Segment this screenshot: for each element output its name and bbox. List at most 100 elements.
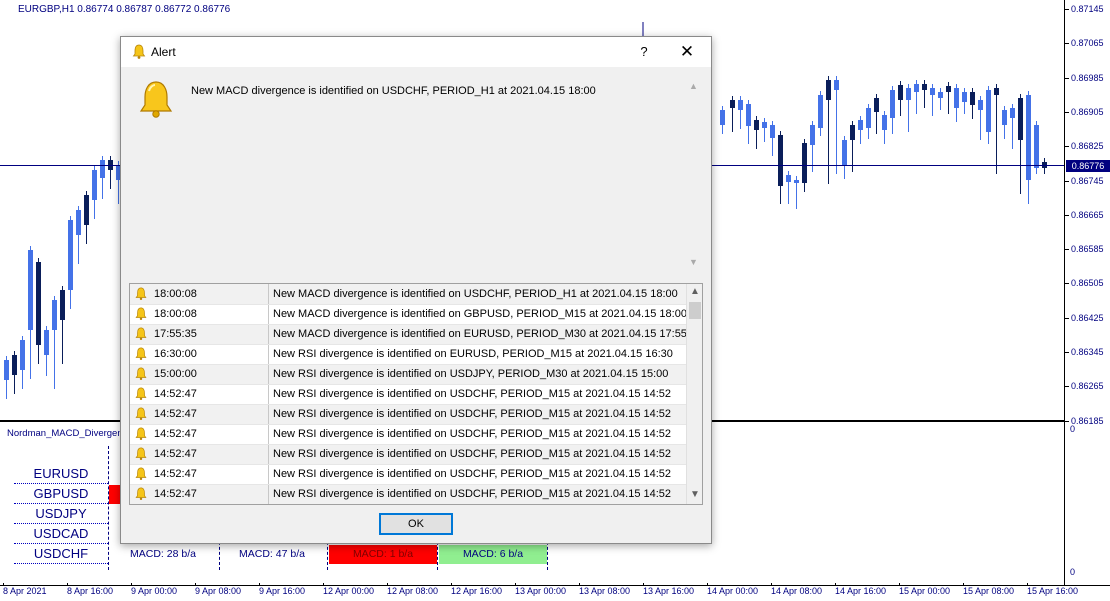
price-tick — [1065, 214, 1069, 216]
alert-row[interactable]: 14:52:47 New RSI divergence is identified… — [130, 444, 686, 465]
candle-body — [930, 88, 935, 95]
alert-row[interactable]: 18:00:08 New MACD divergence is identifie… — [130, 284, 686, 305]
candle-body — [906, 88, 911, 100]
candle-body — [746, 104, 751, 126]
alert-text: New MACD divergence is identified on USD… — [273, 288, 678, 300]
candle-body — [938, 92, 943, 98]
time-label: 15 Apr 08:00 — [963, 586, 1015, 596]
price-tick — [1065, 77, 1069, 79]
message-scrollbar[interactable]: ▲ ▼ — [687, 81, 701, 271]
candle-body — [28, 250, 33, 330]
price-tick — [1065, 317, 1069, 319]
alert-text: New RSI divergence is identified on USDJ… — [273, 368, 669, 380]
bell-icon — [135, 327, 147, 341]
bell-icon — [135, 387, 147, 401]
symbol-label-usdcad: USDCAD — [14, 524, 108, 544]
price-label: 0.86265 — [1071, 381, 1104, 392]
bell-icon — [132, 44, 146, 59]
price-label: 0.86905 — [1071, 106, 1104, 117]
price-tick — [1065, 146, 1069, 148]
alert-text: New RSI divergence is identified on USDC… — [273, 448, 672, 460]
candle-body — [92, 170, 97, 200]
scroll-down-icon[interactable]: ▼ — [689, 257, 698, 267]
price-tick — [1065, 111, 1069, 113]
column-separator — [268, 464, 269, 484]
indicator-title: Nordman_MACD_Divergen — [7, 428, 123, 439]
candle-body — [76, 210, 81, 235]
column-separator — [268, 284, 269, 304]
time-label: 12 Apr 16:00 — [451, 586, 503, 596]
help-button[interactable]: ? — [636, 42, 652, 62]
list-scrollbar[interactable]: ▲ ▼ — [686, 284, 702, 504]
scroll-thumb[interactable] — [689, 302, 701, 319]
candle-body — [720, 110, 725, 125]
alert-text: New MACD divergence is identified on EUR… — [273, 328, 687, 340]
candle-body — [978, 100, 983, 110]
alert-text: New RSI divergence is identified on USDC… — [273, 428, 672, 440]
alert-row[interactable]: 16:30:00 New RSI divergence is identified… — [130, 344, 686, 365]
candle-body — [1010, 108, 1015, 118]
candle-body — [834, 80, 839, 90]
bell-icon — [135, 367, 147, 381]
price-label: 0.87145 — [1071, 4, 1104, 14]
alert-row[interactable]: 14:52:47 New RSI divergence is identified… — [130, 384, 686, 405]
alert-text: New RSI divergence is identified on USDC… — [273, 408, 672, 420]
alert-row[interactable]: 14:52:47 New RSI divergence is identified… — [130, 424, 686, 445]
close-button[interactable]: ✕ — [675, 41, 699, 63]
alert-row[interactable]: 18:00:08 New MACD divergence is identifie… — [130, 304, 687, 325]
price-tick — [1065, 386, 1069, 388]
alert-row[interactable]: 14:52:47 New RSI divergence is identified… — [130, 464, 686, 485]
candle-body — [68, 220, 73, 290]
alert-dialog[interactable]: Alert ? ✕ New MACD divergence is identif… — [120, 36, 712, 544]
usdchf-macd-cell: MACD: 28 b/a — [130, 548, 196, 560]
alert-row[interactable]: 14:52:47 New RSI divergence is identified… — [130, 484, 686, 504]
candle-body — [866, 108, 871, 128]
symbol-label-gbpusd: GBPUSD — [14, 484, 108, 504]
candle-body — [882, 115, 887, 130]
alert-text: New MACD divergence is identified on GBP… — [273, 308, 687, 320]
candle-body — [1034, 125, 1039, 168]
bell-icon — [139, 81, 173, 118]
candle-body — [826, 80, 831, 100]
candle-body — [842, 140, 847, 165]
message-area: New MACD divergence is identified on USD… — [127, 71, 703, 277]
candle-body — [946, 86, 951, 92]
alert-time: 14:52:47 — [154, 468, 197, 480]
price-tick — [1065, 283, 1069, 285]
alert-text: New RSI divergence is identified on USDC… — [273, 468, 672, 480]
scroll-up-icon[interactable]: ▲ — [687, 284, 702, 300]
candle-body — [994, 88, 999, 95]
alert-time: 15:00:00 — [154, 368, 197, 380]
bell-icon — [135, 307, 147, 321]
alert-row[interactable]: 15:00:00 New RSI divergence is identified… — [130, 364, 686, 385]
candle-body — [890, 90, 895, 118]
alert-row[interactable]: 17:55:35 New MACD divergence is identifie… — [130, 324, 687, 345]
bell-icon — [135, 407, 147, 421]
candle-body — [738, 100, 743, 110]
scroll-up-icon[interactable]: ▲ — [689, 81, 698, 91]
alert-time: 14:52:47 — [154, 488, 197, 500]
price-tick — [1065, 43, 1069, 45]
column-separator — [268, 424, 269, 444]
price-label: 0.86825 — [1071, 141, 1104, 152]
candle-body — [778, 135, 783, 186]
alert-row[interactable]: 14:52:47 New RSI divergence is identified… — [130, 404, 686, 425]
dialog-title-bar[interactable]: Alert ? ✕ — [121, 37, 711, 67]
candle-body — [970, 92, 975, 105]
alert-time: 14:52:47 — [154, 408, 197, 420]
column-separator — [268, 384, 269, 404]
time-axis: 8 Apr 2021 8 Apr 16:00 9 Apr 00:00 9 Apr 08… — [0, 583, 1110, 601]
price-label: 0.86425 — [1071, 312, 1104, 323]
candle-body — [898, 85, 903, 100]
symbol-label-usdchf: USDCHF — [14, 544, 108, 564]
alert-history-list[interactable]: 14:52:47 New RSI divergence is identified… — [129, 283, 703, 505]
column-separator — [268, 484, 269, 504]
price-tick — [1065, 9, 1069, 10]
scroll-down-icon[interactable]: ▼ — [687, 487, 702, 503]
candle-body — [874, 98, 879, 112]
price-label: 0.87065 — [1071, 38, 1104, 49]
time-label: 14 Apr 00:00 — [707, 586, 759, 596]
price-tick — [1065, 180, 1069, 182]
candle-body — [84, 195, 89, 225]
ok-button[interactable]: OK — [379, 513, 453, 535]
